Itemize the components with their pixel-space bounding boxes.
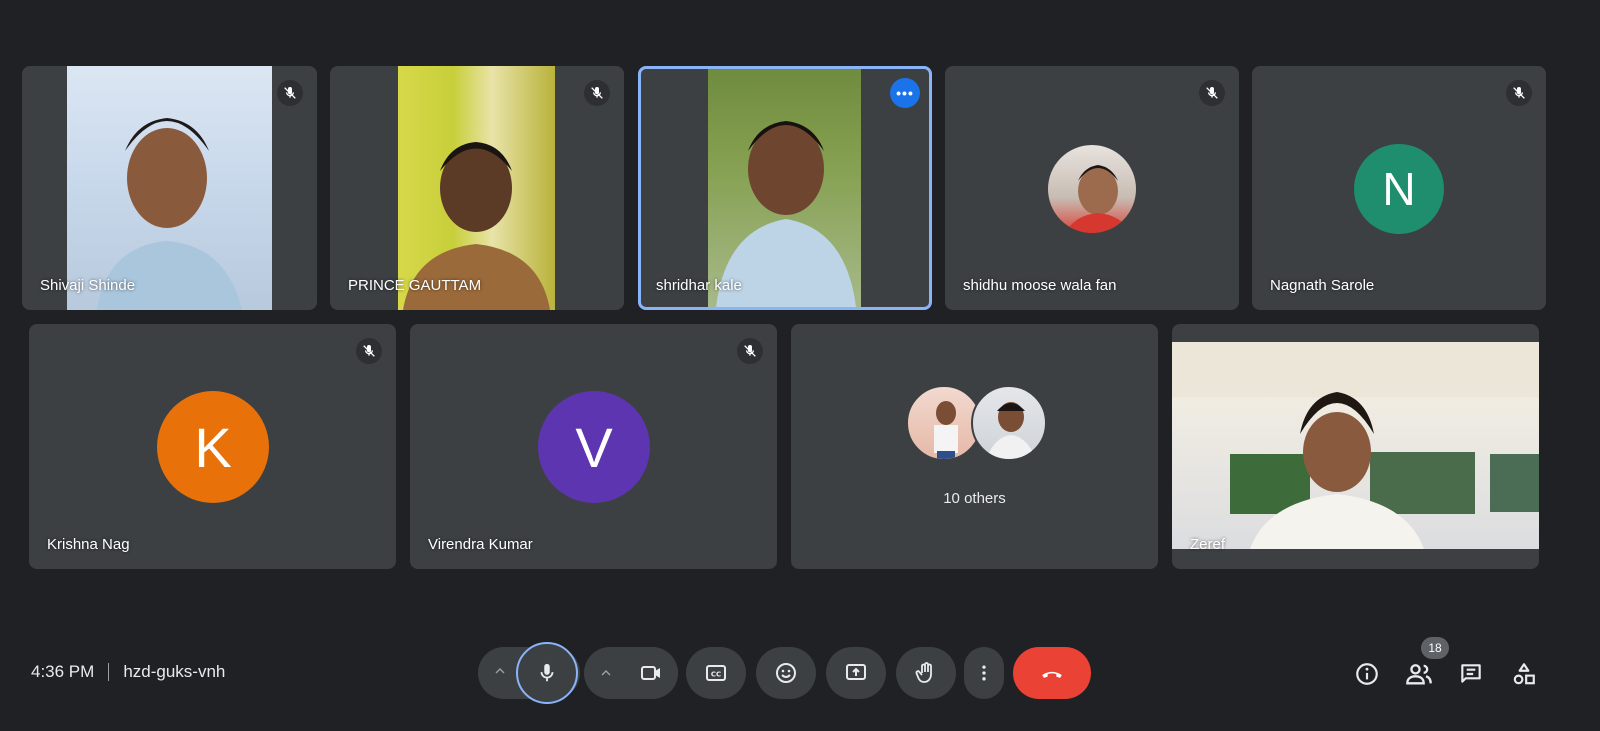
participant-video	[1172, 342, 1539, 549]
info-icon	[1356, 663, 1378, 685]
present-button[interactable]	[826, 647, 886, 699]
mic-icon	[540, 663, 554, 682]
present-screen-icon	[846, 664, 866, 680]
participant-video	[398, 66, 555, 310]
participant-name: PRINCE GAUTTAM	[348, 277, 482, 294]
participant-name: Virendra Kumar	[428, 536, 533, 553]
avatar-initial: V	[575, 415, 613, 479]
mic-off-icon	[277, 80, 303, 106]
mic-off-icon	[1506, 80, 1532, 106]
camera-options-chevron-icon[interactable]	[598, 665, 614, 686]
mic-off-icon	[1199, 80, 1225, 106]
participant-tile-krishna-nag[interactable]: K Krishna Nag	[29, 324, 396, 569]
camera-control-group	[584, 647, 678, 699]
participant-tile-zeref[interactable]: Zeref	[1172, 324, 1539, 569]
meeting-info: 4:36 PM hzd-guks-vnh	[31, 662, 225, 682]
mic-off-icon	[584, 80, 610, 106]
raise-hand-button[interactable]	[896, 647, 956, 699]
participant-name: shidhu moose wala fan	[963, 277, 1117, 294]
raise-hand-icon	[915, 662, 932, 683]
participant-avatar: K	[157, 391, 269, 503]
activities-icon	[1513, 663, 1535, 685]
mic-options-chevron-icon[interactable]	[492, 663, 508, 684]
microphone-button[interactable]	[516, 642, 578, 704]
avatar-initial: N	[1382, 163, 1416, 215]
participant-tile-shidhu-moose-wala-fan[interactable]: shidhu moose wala fan	[945, 66, 1239, 310]
people-button[interactable]	[1401, 656, 1437, 692]
participant-avatar	[1046, 143, 1138, 235]
leave-call-button[interactable]	[1013, 647, 1091, 699]
meeting-details-button[interactable]	[1349, 656, 1385, 692]
emoji-button[interactable]	[756, 647, 816, 699]
call-end-icon	[1042, 671, 1062, 678]
emoji-icon	[776, 663, 796, 683]
mic-off-icon	[356, 338, 382, 364]
participant-video	[708, 69, 861, 307]
others-tile[interactable]: 10 others	[791, 324, 1158, 569]
participant-name: Shivaji Shinde	[40, 277, 136, 294]
activities-button[interactable]	[1506, 656, 1542, 692]
participant-tile-nagnath-sarole[interactable]: N Nagnath Sarole	[1252, 66, 1546, 310]
participant-tile-prince-gauttam[interactable]: PRINCE GAUTTAM	[330, 66, 624, 310]
participant-video	[67, 66, 272, 310]
chat-button[interactable]	[1453, 656, 1489, 692]
people-icon	[1406, 664, 1432, 685]
participant-name: Nagnath Sarole	[1270, 277, 1375, 294]
videocam-icon	[641, 666, 660, 680]
closed-caption-icon: CC	[706, 665, 726, 681]
divider	[108, 663, 110, 681]
participant-avatar: N	[1354, 144, 1444, 234]
others-count-label: 10 others	[943, 490, 1006, 507]
chat-icon	[1461, 664, 1481, 683]
avatar-initial: K	[194, 415, 232, 479]
participant-name: shridhar kale	[656, 277, 742, 294]
participant-tile-shridhar-kale[interactable]: ••• shridhar kale	[638, 66, 932, 310]
participant-tile-shivaji-shinde[interactable]: Shivaji Shinde	[22, 66, 317, 310]
more-vert-icon	[982, 665, 986, 681]
mic-control-group	[478, 642, 580, 704]
other-participant-avatar	[971, 385, 1047, 461]
svg-text:CC: CC	[711, 671, 721, 679]
more-options-button[interactable]	[964, 647, 1004, 699]
mic-off-icon	[737, 338, 763, 364]
more-horiz-icon[interactable]: •••	[890, 78, 920, 108]
participant-name: Krishna Nag	[47, 536, 130, 553]
camera-button[interactable]	[624, 647, 678, 699]
participant-tile-virendra-kumar[interactable]: V Virendra Kumar	[410, 324, 777, 569]
participant-name: Zeref	[1190, 536, 1226, 553]
participant-avatar: V	[538, 391, 650, 503]
captions-button[interactable]: CC	[686, 647, 746, 699]
meeting-time: 4:36 PM	[31, 662, 95, 681]
meeting-code[interactable]: hzd-guks-vnh	[123, 662, 225, 682]
